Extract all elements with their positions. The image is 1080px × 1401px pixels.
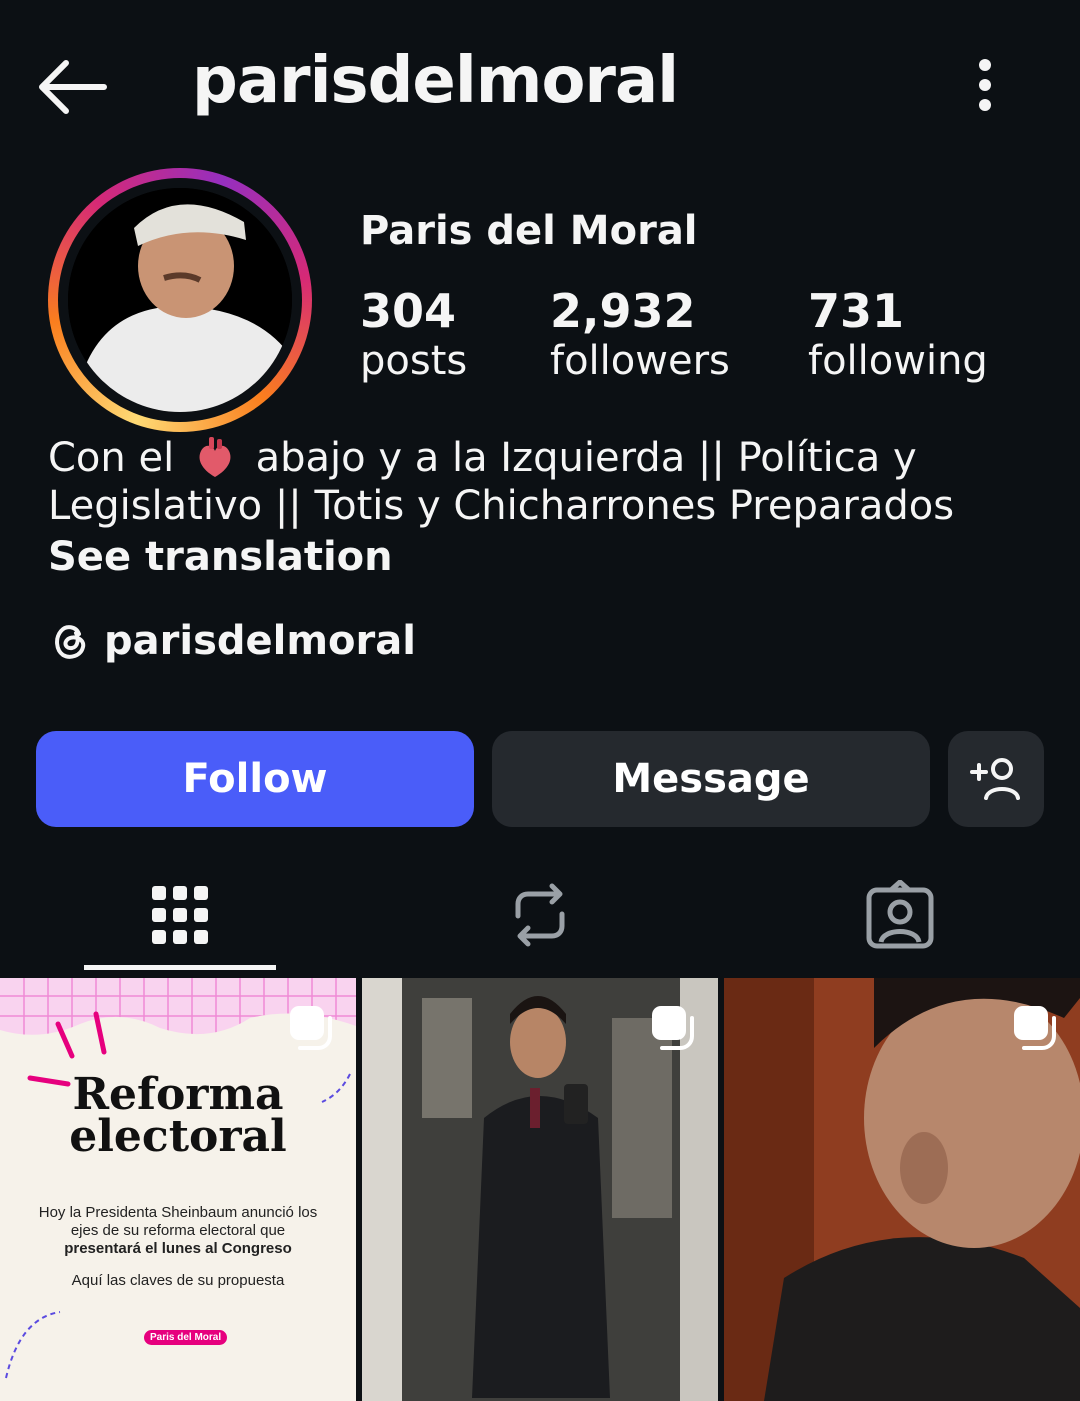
stat-posts[interactable]: 304 posts xyxy=(360,284,467,384)
back-arrow-icon xyxy=(39,60,107,114)
profile-username: parisdelmoral xyxy=(192,44,679,118)
reel-icon xyxy=(652,1006,694,1050)
reel-icon xyxy=(290,1006,332,1050)
grid-icon xyxy=(152,886,208,944)
posts-label: posts xyxy=(360,338,468,384)
bio-line: Legislativo || Totis y Chicharrones Prep… xyxy=(48,483,955,529)
more-vertical-icon xyxy=(979,59,991,111)
post-tile[interactable]: Reforma electoral Hoy la Presidenta Shei… xyxy=(0,978,356,1401)
post-tile[interactable] xyxy=(362,978,718,1401)
reposts-icon xyxy=(515,883,565,947)
posts-count: 304 xyxy=(360,284,457,338)
following-count: 731 xyxy=(808,284,905,338)
threads-link[interactable]: parisdelmoral xyxy=(48,618,416,664)
add-person-icon xyxy=(970,758,1020,800)
stat-following[interactable]: 731 following xyxy=(808,284,988,384)
more-options-button[interactable] xyxy=(958,50,1012,120)
stat-followers[interactable]: 2,932 followers xyxy=(550,284,730,384)
bio-text: abajo y a la Izquierda || Política y xyxy=(255,435,917,481)
back-button[interactable] xyxy=(32,52,112,122)
post-tile[interactable] xyxy=(724,978,1080,1401)
tab-posts-grid[interactable] xyxy=(0,860,360,970)
post-body: Hoy la Presidenta Sheinbaum anunció los … xyxy=(38,1204,318,1289)
post-tag: Paris del Moral xyxy=(144,1330,228,1345)
see-translation-link[interactable]: See translation xyxy=(48,534,393,580)
bio: Con el abajo y a la Izquierda || Polític… xyxy=(48,434,1048,530)
tab-reposts[interactable] xyxy=(360,860,720,970)
threads-icon xyxy=(55,625,86,659)
tagged-icon xyxy=(866,880,934,949)
suggested-accounts-button[interactable] xyxy=(948,731,1044,827)
followers-label: followers xyxy=(550,338,730,384)
following-label: following xyxy=(808,338,988,384)
display-name: Paris del Moral xyxy=(360,208,698,254)
bio-text: Con el xyxy=(48,435,175,481)
follow-button[interactable]: Follow xyxy=(36,731,474,827)
tab-tagged[interactable] xyxy=(720,860,1080,970)
followers-count: 2,932 xyxy=(550,284,696,338)
post-title: Reforma electoral xyxy=(69,1069,287,1162)
avatar[interactable] xyxy=(68,188,292,412)
active-tab-indicator xyxy=(84,965,276,970)
message-button[interactable]: Message xyxy=(492,731,930,827)
avatar-photo xyxy=(68,188,292,412)
reel-icon xyxy=(1014,1006,1056,1050)
anatomical-heart-icon xyxy=(199,437,231,477)
threads-handle: parisdelmoral xyxy=(104,618,416,664)
